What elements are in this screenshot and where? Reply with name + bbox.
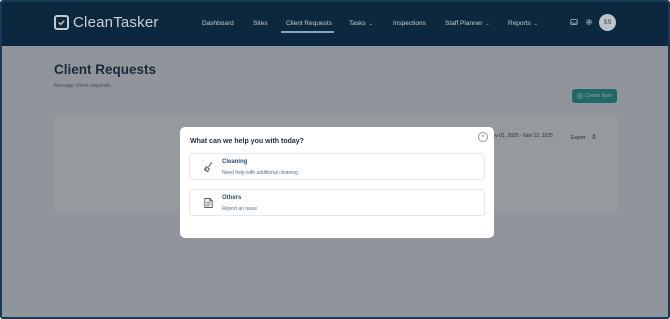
navbar-dim-overlay bbox=[2, 2, 668, 46]
option-title: Others bbox=[222, 195, 242, 201]
help-modal: What can we help you with today? × Clean… bbox=[180, 127, 494, 238]
option-description: Need help with additional cleaning bbox=[222, 170, 298, 176]
option-others[interactable]: Others Report an issue bbox=[189, 189, 485, 216]
app-window: CleanTasker Dashboard Sites Client Reque… bbox=[0, 0, 670, 319]
document-icon bbox=[204, 198, 213, 208]
option-description: Report an issue bbox=[222, 206, 258, 212]
option-title: Cleaning bbox=[222, 159, 248, 165]
broom-icon bbox=[203, 162, 213, 173]
modal-title: What can we help you with today? bbox=[190, 138, 304, 145]
option-cleaning[interactable]: Cleaning Need help with additional clean… bbox=[189, 153, 485, 180]
close-icon[interactable]: × bbox=[478, 132, 488, 142]
